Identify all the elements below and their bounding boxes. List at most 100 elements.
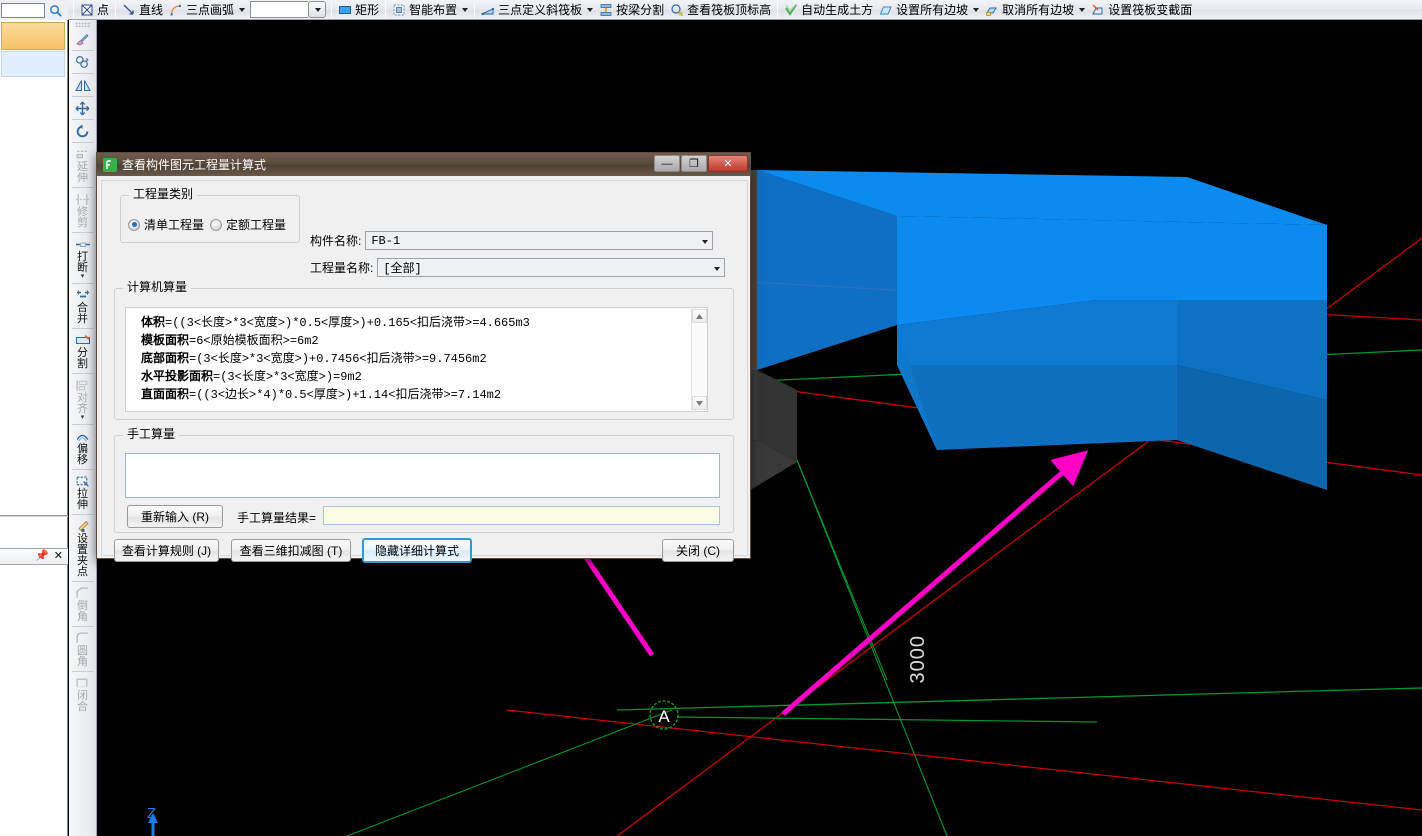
line-icon — [123, 4, 134, 15]
edit-vertical-toolbar: 延伸 修剪 打断 ▾ 合并 分割 对齐 ▾ 偏移 拉伸 设置夹点 倒角 圆角 闭… — [69, 20, 97, 836]
vtool-item-trim[interactable]: 修剪 — [70, 190, 96, 230]
quantity-name-row: 工程量名称: [全部] — [310, 258, 735, 277]
chevron-down-icon[interactable]: ▾ — [81, 414, 85, 421]
hide-detail-formula-button[interactable]: 隐藏详细计算式 — [362, 538, 472, 563]
view-elevation-icon — [671, 3, 684, 16]
vtool-label: 打断 — [77, 251, 88, 274]
pin-icon[interactable]: 📌 — [35, 551, 49, 562]
reinput-button[interactable]: 重新输入 (R) — [127, 505, 223, 528]
component-name-row: 构件名称: FB-1 — [310, 231, 735, 250]
vtool-label: 合并 — [77, 302, 88, 325]
toolbar-combobox-field[interactable] — [250, 1, 309, 18]
formula-expr: =(3<长度>*3<宽度>)+0.7456<扣后浇带>=9.7456m2 — [189, 352, 487, 366]
toolbar-label: 点 — [97, 2, 110, 17]
chevron-down-icon[interactable] — [587, 7, 594, 12]
scroll-down-icon[interactable] — [692, 396, 707, 410]
toolbar-label: 设置所有边坡 — [896, 2, 969, 17]
quantity-name-combobox[interactable]: [全部] — [377, 258, 726, 277]
toolbar-item-three-point-slope-raft[interactable]: 三点定义斜筏板 — [478, 1, 596, 19]
toolbar-combobox-button[interactable] — [308, 1, 327, 18]
vtool-separator — [71, 581, 94, 582]
left-panel-row[interactable] — [1, 51, 65, 77]
toolbar-item-rectangle[interactable]: 矩形 — [335, 1, 382, 19]
formula-line: 直面面积=((3<边长>*4)*0.5<厚度>)+1.14<扣后浇带>=7.14… — [141, 386, 691, 404]
manual-result-field[interactable] — [323, 506, 720, 525]
vtool-item-copy-rotate[interactable] — [70, 53, 96, 71]
grid-bubble-a: A — [649, 700, 1098, 730]
vtool-item-stretch[interactable]: 拉伸 — [70, 472, 96, 512]
toolbar-item-split-by-beam[interactable]: 按梁分割 — [596, 1, 667, 19]
radio-bill-quantity[interactable]: 清单工程量 — [128, 216, 204, 233]
view-calc-rules-button[interactable]: 查看计算规则 (J) — [114, 539, 219, 562]
vtool-item-align[interactable]: 对齐 ▾ — [70, 376, 96, 422]
set-slope-icon — [879, 6, 892, 14]
magnifier-icon[interactable] — [45, 4, 65, 17]
toolbar-label: 按梁分割 — [616, 2, 665, 17]
vtool-item-fillet[interactable]: 圆角 — [70, 629, 96, 669]
formula-line: 模板面积=6<原始模板面积>=6m2 — [141, 332, 691, 350]
toolbar-item-set-all-slopes[interactable]: 设置所有边坡 — [876, 1, 982, 19]
radio-indicator — [210, 218, 223, 231]
left-panel-selected-row[interactable] — [1, 22, 65, 50]
vtool-item-mirror[interactable] — [70, 76, 96, 94]
toolbar-item-smart-layout[interactable]: 智能布置 — [389, 1, 471, 19]
toolbar-item-cancel-all-slopes[interactable]: 取消所有边坡 — [982, 1, 1088, 19]
vtool-item-break[interactable]: 打断 ▾ — [70, 235, 96, 281]
formula-scrollbar[interactable] — [691, 309, 707, 410]
toolbar-separator — [331, 1, 333, 18]
vertical-toolbar-gripper[interactable] — [74, 22, 91, 27]
toolbar-item-point[interactable]: 点 — [77, 1, 112, 19]
vtool-item-move[interactable] — [70, 99, 96, 117]
left-panel-splitter[interactable] — [0, 515, 68, 517]
vtool-item-chamfer[interactable]: 倒角 — [70, 584, 96, 624]
vtool-separator — [71, 232, 94, 233]
vtool-label: 修剪 — [77, 206, 88, 229]
toolbar-label: 查看筏板顶标高 — [687, 2, 772, 17]
quantity-category-group: 工程量类别 清单工程量 定额工程量 — [120, 188, 300, 243]
chamfer-icon — [75, 585, 90, 601]
component-name-combobox[interactable]: FB-1 — [365, 231, 714, 250]
vtool-item-offset[interactable]: 偏移 — [70, 427, 96, 467]
radio-norm-quantity[interactable]: 定额工程量 — [210, 216, 286, 233]
chevron-down-icon[interactable] — [709, 262, 722, 275]
chevron-down-icon[interactable]: ▾ — [81, 273, 85, 280]
minimize-button[interactable]: — — [654, 155, 680, 172]
vtool-item-rotate[interactable] — [70, 122, 96, 140]
toolbar-item-set-raft-variable-section[interactable]: 设置筏板变截面 — [1088, 1, 1195, 19]
search-input[interactable] — [1, 2, 45, 18]
chevron-down-icon[interactable] — [973, 7, 980, 12]
formula-textarea[interactable]: 体积=((3<长度>*3<宽度>)*0.5<厚度>)+0.165<扣后浇带>=4… — [125, 307, 708, 412]
chevron-down-icon[interactable] — [239, 7, 246, 12]
toolbar-item-auto-generate-earthwork[interactable]: 自动生成土方 — [781, 1, 876, 19]
maximize-button[interactable]: ❐ — [681, 155, 707, 172]
toolbar-combobox[interactable] — [250, 1, 327, 18]
view-3d-deduction-button[interactable]: 查看三维扣减图 (T) — [231, 539, 351, 562]
dialog-title-bar[interactable]: 查看构件图元工程量计算式 — ❐ ✕ — [97, 153, 750, 176]
vtool-item-paint-format[interactable] — [70, 30, 96, 48]
manual-calculation-input[interactable] — [125, 453, 720, 498]
toolbar-item-three-point-arc[interactable]: 三点画弧 — [166, 1, 248, 19]
vtool-separator — [71, 119, 94, 120]
raft-slab-right — [757, 170, 1327, 490]
toolbar-item-view-raft-top-elevation[interactable]: 查看筏板顶标高 — [667, 1, 774, 19]
toolbar-item-line[interactable]: 直线 — [119, 1, 166, 19]
dimension-line — [796, 459, 888, 681]
close-dialog-button[interactable]: 关闭 (C) — [662, 539, 734, 562]
vtool-label: 延伸 — [77, 161, 88, 184]
close-button[interactable]: ✕ — [708, 155, 748, 172]
break-icon — [75, 236, 91, 252]
vtool-item-set-grip-point[interactable]: 设置夹点 — [70, 517, 96, 579]
chevron-down-icon[interactable] — [462, 7, 469, 12]
vtool-item-close-shape[interactable]: 闭合 — [70, 674, 96, 714]
close-icon[interactable]: ✕ — [54, 551, 63, 562]
scroll-up-icon[interactable] — [692, 309, 707, 323]
formula-key: 水平投影面积 — [141, 369, 214, 383]
chevron-down-icon[interactable] — [1079, 7, 1086, 12]
chevron-down-icon[interactable] — [697, 235, 710, 248]
vtool-item-split[interactable]: 分割 — [70, 331, 96, 371]
stretch-icon — [75, 473, 90, 489]
vtool-item-extend[interactable]: 延伸 — [70, 145, 96, 185]
vtool-item-merge[interactable]: 合并 — [70, 286, 96, 326]
app-icon — [103, 157, 117, 172]
toolbar-separator — [777, 1, 779, 18]
